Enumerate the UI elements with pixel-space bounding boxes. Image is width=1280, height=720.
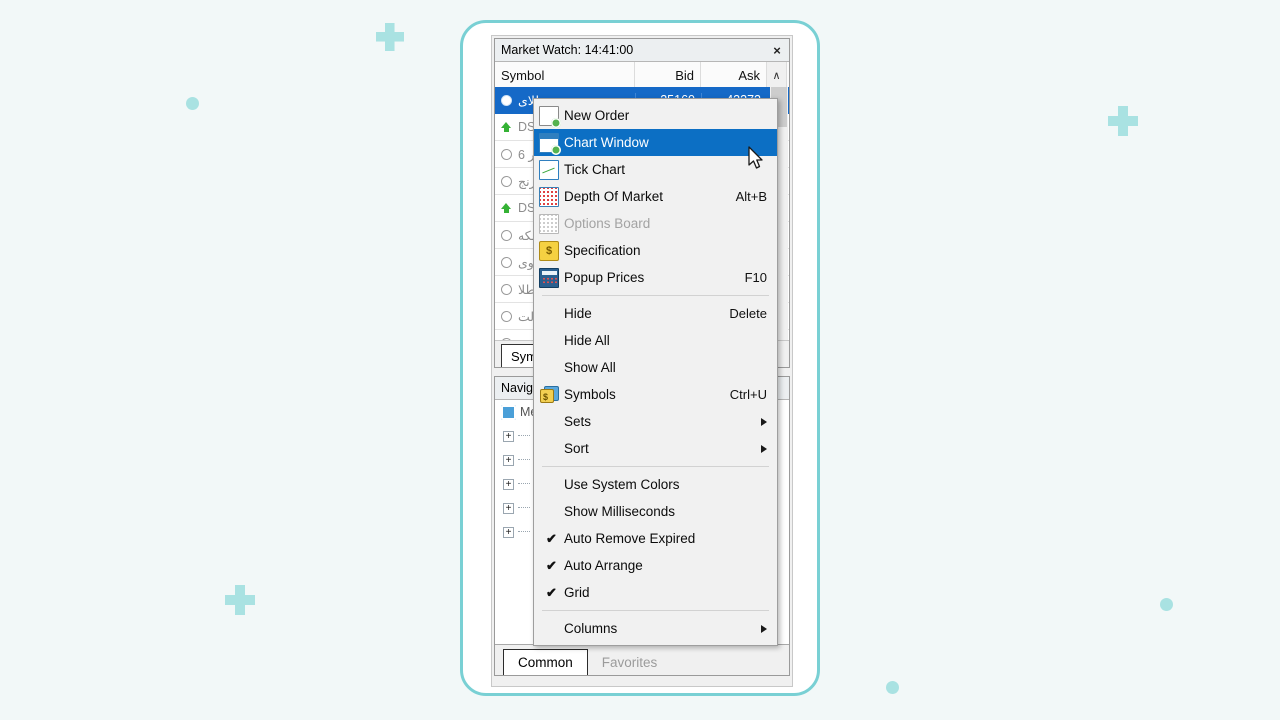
menu-item-label: Sort	[564, 441, 589, 456]
close-icon[interactable]: ×	[769, 42, 785, 58]
menu-item-columns[interactable]: Columns	[534, 615, 777, 642]
tree-connector	[518, 483, 530, 485]
menu-item-label: New Order	[564, 108, 630, 123]
menu-item-tick-chart[interactable]: Tick Chart	[534, 156, 777, 183]
symbol-status-dot-icon	[501, 256, 512, 268]
menu-item-chart-window[interactable]: Chart Window	[534, 129, 777, 156]
tab-favorites[interactable]: Favorites	[588, 649, 672, 675]
expand-icon[interactable]: +	[503, 430, 514, 442]
menu-item-use-system-colors[interactable]: Use System Colors	[534, 471, 777, 498]
menu-item-new-order[interactable]: New Order	[534, 102, 777, 129]
column-header-symbol[interactable]: Symbol	[495, 62, 635, 88]
menu-item-shortcut: Alt+B	[735, 189, 767, 204]
menu-item-label: Grid	[564, 585, 590, 600]
mouse-cursor-icon	[748, 146, 763, 169]
menu-item-label: Options Board	[564, 216, 651, 231]
menu-separator	[542, 295, 769, 296]
expand-icon[interactable]: +	[503, 526, 514, 538]
menu-item-label: Show Milliseconds	[564, 504, 676, 519]
menu-item-label: Hide All	[564, 333, 610, 348]
menu-item-sort[interactable]: Sort	[534, 435, 777, 462]
menu-item-sets[interactable]: Sets	[534, 408, 777, 435]
menu-item-label: Specification	[564, 243, 641, 258]
tree-connector	[518, 531, 530, 533]
symbol-status-dot-icon	[501, 148, 512, 160]
submenu-arrow-icon	[761, 417, 767, 426]
menu-item-icon	[534, 267, 564, 288]
menu-item-symbols[interactable]: $ Symbols Ctrl+U	[534, 381, 777, 408]
checkmark-icon: ✔	[546, 530, 557, 546]
symbol-status-dot-icon	[501, 310, 512, 322]
menu-item-icon	[534, 105, 564, 128]
menu-item-shortcut: F10	[744, 270, 767, 285]
symbol-status-dot-icon	[501, 94, 512, 106]
expand-icon[interactable]: +	[503, 454, 514, 466]
market-watch-titlebar: Market Watch: 14:41:00 ×	[495, 39, 789, 62]
tree-connector	[518, 459, 530, 461]
menu-item-hide-all[interactable]: Hide All	[534, 327, 777, 354]
navigator-tabbar: Common Favorites	[495, 644, 789, 675]
expand-icon[interactable]: +	[503, 502, 514, 514]
menu-item-label: Columns	[564, 621, 618, 636]
checkmark-icon: ✔	[546, 557, 557, 573]
symbol-status-dot-icon	[501, 229, 512, 241]
menu-item-label: Popup Prices	[564, 270, 645, 285]
symbol-status-dot-icon	[501, 175, 512, 187]
tree-connector	[518, 435, 530, 437]
submenu-arrow-icon	[761, 444, 767, 453]
tree-connector	[518, 507, 530, 509]
menu-item-icon	[534, 132, 564, 155]
menu-item-icon: $	[534, 386, 564, 403]
menu-item-auto-remove-expired[interactable]: ✔ Auto Remove Expired	[534, 525, 777, 552]
tab-common[interactable]: Common	[503, 649, 588, 675]
symbol-up-arrow-icon	[501, 202, 512, 214]
menu-separator	[542, 610, 769, 611]
menu-item-icon	[534, 159, 564, 180]
decoration-plus-bottom-left	[225, 585, 255, 615]
menu-item-popup-prices[interactable]: Popup Prices F10	[534, 264, 777, 291]
menu-item-label: Sets	[564, 414, 592, 429]
decoration-dot-right	[1160, 598, 1173, 611]
market-watch-title: Market Watch: 14:41:00	[501, 43, 634, 57]
menu-item-icon: $	[534, 240, 564, 261]
column-header-ask[interactable]: Ask	[701, 62, 767, 88]
menu-item-label: Auto Arrange	[564, 558, 643, 573]
menu-separator	[542, 466, 769, 467]
menu-item-shortcut: Ctrl+U	[729, 387, 767, 402]
submenu-arrow-icon	[761, 624, 767, 633]
menu-item-label: Show All	[564, 360, 616, 375]
scroll-up-caret-icon[interactable]: ∧	[767, 62, 787, 88]
decoration-dot-left	[186, 97, 199, 110]
menu-item-label: Chart Window	[564, 135, 649, 150]
column-header-bid[interactable]: Bid	[635, 62, 701, 88]
menu-item-label: Hide	[564, 306, 592, 321]
menu-item-depth-of-market[interactable]: Depth Of Market Alt+B	[534, 183, 777, 210]
menu-item-icon	[534, 213, 564, 234]
menu-item-label: Depth Of Market	[564, 189, 664, 204]
menu-item-shortcut: Delete	[729, 306, 767, 321]
menu-item-specification[interactable]: $ Specification	[534, 237, 777, 264]
market-watch-header-row: Symbol Bid Ask ∧	[495, 62, 789, 89]
checkmark-icon: ✔	[546, 584, 557, 600]
symbol-status-dot-icon	[501, 283, 512, 295]
expand-icon[interactable]: +	[503, 478, 514, 490]
menu-item-show-milliseconds[interactable]: Show Milliseconds	[534, 498, 777, 525]
menu-item-options-board: Options Board	[534, 210, 777, 237]
menu-item-label: Use System Colors	[564, 477, 680, 492]
menu-item-auto-arrange[interactable]: ✔ Auto Arrange	[534, 552, 777, 579]
menu-item-label: Tick Chart	[564, 162, 626, 177]
menu-item-icon	[534, 186, 564, 207]
terminal-icon	[501, 404, 516, 420]
decoration-plus-top-right	[1108, 106, 1138, 136]
menu-item-grid[interactable]: ✔ Grid	[534, 579, 777, 606]
market-watch-context-menu[interactable]: New Order Chart Window Tick Chart Depth Of …	[533, 98, 778, 646]
decoration-plus-top-left	[376, 23, 404, 51]
menu-item-label: Auto Remove Expired	[564, 531, 696, 546]
menu-item-show-all[interactable]: Show All	[534, 354, 777, 381]
menu-item-hide[interactable]: Hide Delete	[534, 300, 777, 327]
menu-item-label: Symbols	[564, 387, 616, 402]
decoration-dot-bottom	[886, 681, 899, 694]
symbol-up-arrow-icon	[501, 121, 512, 133]
